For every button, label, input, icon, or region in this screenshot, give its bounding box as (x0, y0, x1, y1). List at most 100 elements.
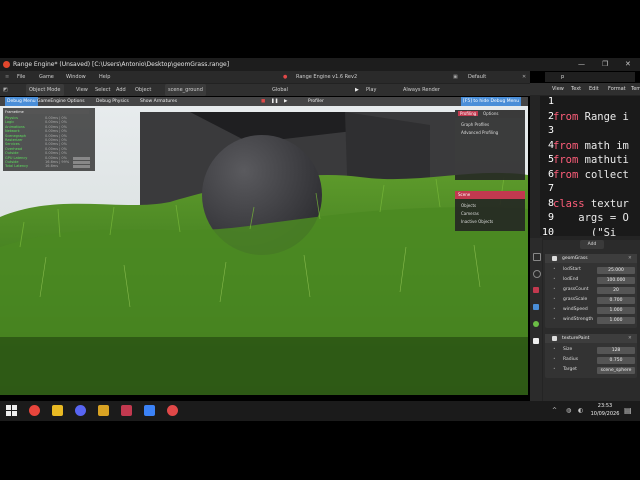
objects-item[interactable]: Objects (461, 203, 476, 208)
tab-gameengine-options[interactable]: GameEngine Options (37, 97, 85, 106)
graph-profiles-item[interactable]: Graph Profiles (461, 122, 489, 127)
menu-file[interactable]: File (17, 71, 25, 83)
range-engine-taskbar-icon[interactable] (121, 405, 132, 416)
advanced-profiling-item[interactable]: Advanced Profiling (461, 130, 498, 135)
play-button[interactable]: Play (366, 84, 376, 96)
remove-component-icon[interactable]: ✕ (628, 254, 632, 263)
hamburger-icon[interactable]: ≡ (5, 71, 9, 83)
property-value-field[interactable]: scene_sphere (597, 366, 635, 374)
drag-handle-icon[interactable]: • (553, 266, 556, 274)
add-component-button[interactable]: Add (580, 240, 604, 249)
text-menu-format[interactable]: Format (608, 83, 626, 95)
property-value-field[interactable]: 128 (597, 346, 635, 354)
property-value-field[interactable]: 100.000 (597, 276, 635, 284)
3d-viewport[interactable]: Debug Menu GameEngine Options Debug Phys… (0, 97, 528, 395)
browser-icon[interactable] (167, 405, 178, 416)
tool-icon[interactable] (533, 270, 541, 278)
transform-orientation[interactable]: Global (272, 84, 288, 96)
drag-handle-icon[interactable]: • (553, 296, 556, 304)
pause-icon[interactable]: ❚❚ (271, 97, 279, 106)
minimize-button[interactable]: — (578, 58, 585, 71)
property-value-field[interactable]: 0.750 (597, 356, 635, 364)
cameras-item[interactable]: Cameras (461, 211, 479, 216)
tab-debug-menu[interactable]: Debug Menu (5, 97, 38, 106)
mode-select[interactable]: Object Mode (26, 84, 64, 96)
code-line[interactable]: ("Si (553, 227, 616, 237)
workspace-select[interactable]: Default (468, 71, 486, 83)
tool-icon[interactable] (533, 287, 539, 293)
notification-icon[interactable]: ▤ (624, 406, 632, 415)
remove-component-icon[interactable]: ✕ (628, 334, 632, 343)
component-header[interactable]: texturePaint ✕ (545, 334, 637, 343)
code-line[interactable]: from collect (553, 169, 629, 181)
app-icon[interactable] (98, 405, 109, 416)
drag-handle-icon[interactable]: • (553, 306, 556, 314)
property-value-field[interactable]: 1.000 (597, 316, 635, 324)
inactive-objects-item[interactable]: Inactive Objects (461, 219, 493, 224)
close-button[interactable]: ✕ (625, 58, 631, 71)
property-value-field[interactable]: 1.000 (597, 306, 635, 314)
file-explorer-icon[interactable] (52, 405, 63, 416)
tab-show-armatures[interactable]: Show Armatures (140, 97, 177, 106)
drag-handle-icon[interactable]: • (553, 346, 556, 354)
tab-profiling[interactable]: Profiling (458, 111, 479, 116)
close-workspace-icon[interactable]: ✕ (522, 71, 526, 83)
menu-game[interactable]: Game (39, 71, 54, 83)
property-value-field[interactable]: 0.700 (597, 296, 635, 304)
editor-type-icon[interactable]: ◩ (3, 84, 8, 96)
play-small-icon[interactable]: ▶ (284, 97, 287, 106)
vscode-icon[interactable] (144, 405, 155, 416)
checkbox-icon[interactable] (552, 256, 557, 261)
scene-object-select[interactable]: scene_ground (165, 84, 206, 96)
tray-chevron-icon[interactable]: ^ (552, 407, 557, 414)
tool-icon[interactable] (533, 321, 539, 327)
file-tab[interactable]: p (545, 72, 635, 82)
discord-icon[interactable] (75, 405, 86, 416)
code-text: mathuti (578, 154, 629, 166)
tab-debug-physics[interactable]: Debug Physics (96, 97, 129, 106)
text-menu-text[interactable]: Text (571, 83, 581, 95)
drag-handle-icon[interactable]: • (553, 286, 556, 294)
network-icon[interactable]: ◍ (566, 407, 571, 414)
checkbox-icon[interactable] (552, 336, 557, 341)
clock-date[interactable]: 10/09/2026 (586, 411, 624, 417)
hide-debug-menu-hint[interactable]: [F5] to hide Debug Menu (461, 97, 522, 106)
code-line[interactable]: args = O (553, 212, 629, 224)
window-title: Range Engine* (Unsaved) [C:\Users\Antoni… (13, 61, 230, 68)
drag-handle-icon[interactable]: • (553, 316, 556, 324)
code-line[interactable]: from Range i (553, 111, 629, 123)
menu-window[interactable]: Window (66, 71, 86, 83)
play-icon[interactable]: ▶ (355, 84, 359, 96)
windows-start-icon[interactable] (6, 405, 17, 416)
drag-handle-icon[interactable]: • (553, 276, 556, 284)
tool-icon[interactable] (533, 304, 539, 310)
text-menu-view[interactable]: View (552, 83, 564, 95)
chrome-icon[interactable] (29, 405, 40, 416)
header-select[interactable]: Select (95, 84, 110, 96)
code-line[interactable]: class textur (553, 198, 629, 210)
workspace-icon[interactable]: ▣ (453, 71, 458, 83)
clock-time[interactable]: 23:53 (590, 403, 620, 409)
property-value-field[interactable]: 20 (597, 286, 635, 294)
profiler-label: Profiler (308, 99, 324, 104)
drag-handle-icon[interactable]: • (553, 366, 556, 374)
tab-options[interactable]: Options (483, 111, 498, 116)
code-line[interactable]: from math im (553, 140, 629, 152)
header-view[interactable]: View (76, 84, 88, 96)
stop-icon[interactable]: ■ (261, 97, 265, 106)
render-mode-select[interactable]: Always Render (403, 84, 440, 96)
header-add[interactable]: Add (116, 84, 126, 96)
maximize-button[interactable]: ❐ (602, 58, 608, 71)
volume-icon[interactable]: ◐ (578, 407, 583, 414)
drag-handle-icon[interactable]: • (553, 356, 556, 364)
text-menu-templates[interactable]: Tem (631, 83, 640, 95)
tool-icon[interactable] (533, 253, 541, 261)
property-value-field[interactable]: 25.000 (597, 266, 635, 274)
code-line[interactable]: from mathuti (553, 154, 629, 166)
menu-help[interactable]: Help (99, 71, 110, 83)
header-object[interactable]: Object (135, 84, 151, 96)
text-menu-edit[interactable]: Edit (589, 83, 599, 95)
component-header[interactable]: geomGrass ✕ (545, 254, 637, 263)
tool-icon[interactable] (533, 338, 539, 344)
code-editor[interactable]: 1 2 from Range i 3 4 from math im 5 from mathut… (540, 96, 640, 236)
